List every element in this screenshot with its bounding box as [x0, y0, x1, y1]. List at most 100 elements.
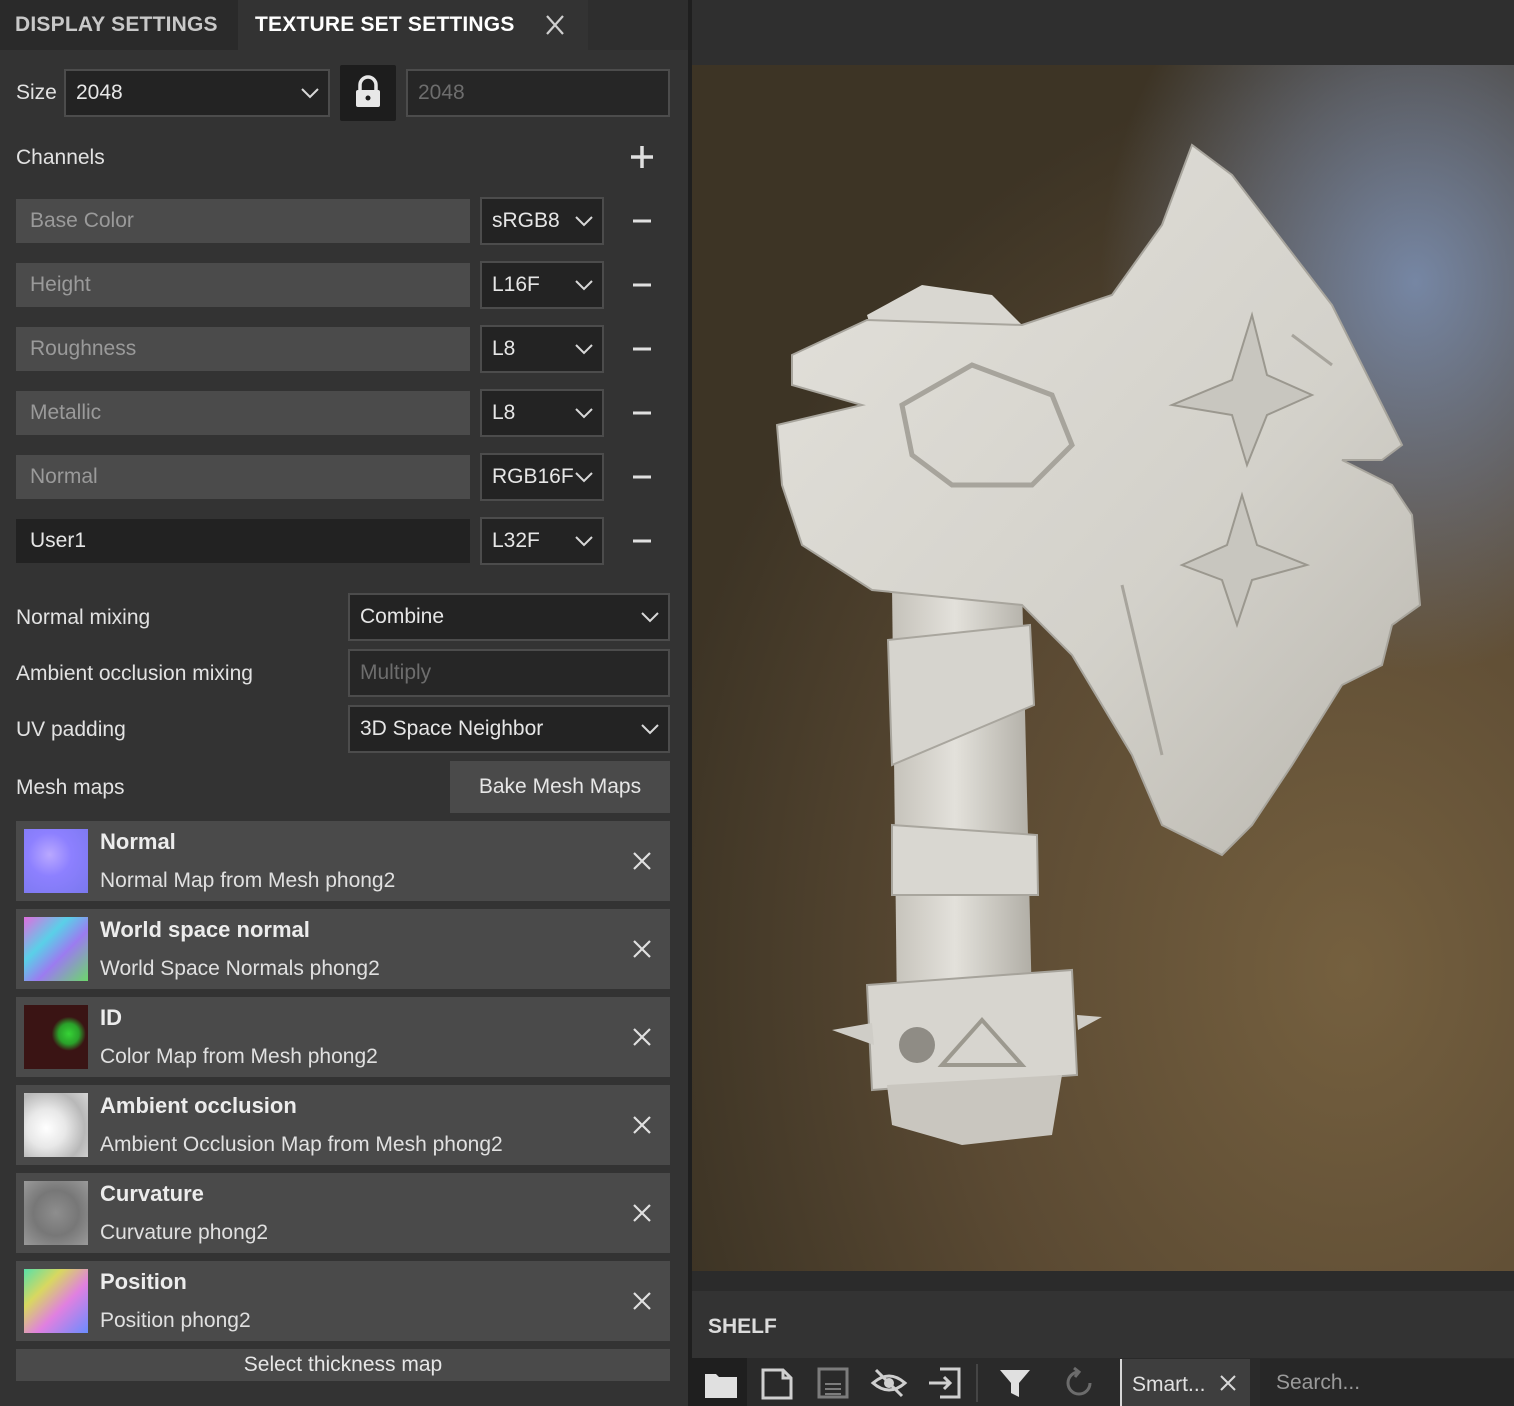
channels-label: Channels	[16, 146, 105, 169]
channel-name-metallic[interactable]: Metallic	[16, 391, 470, 435]
close-icon[interactable]	[630, 1289, 654, 1313]
shelf-search-input[interactable]: Search...	[1260, 1359, 1514, 1406]
ao-mixing-label: Ambient occlusion mixing	[16, 662, 253, 685]
3d-viewport[interactable]	[692, 65, 1514, 1271]
save-icon[interactable]	[814, 1364, 852, 1402]
ao-mixing-value: Multiply	[360, 661, 432, 684]
position-map-thumbnail	[24, 1269, 88, 1333]
channel-format-dropdown[interactable]: L32F	[480, 517, 604, 565]
close-icon[interactable]	[630, 849, 654, 873]
shelf-tab-label: Smart...	[1132, 1373, 1206, 1396]
bake-mesh-maps-button[interactable]: Bake Mesh Maps	[450, 761, 670, 813]
mesh-map-source[interactable]: Position phong2	[100, 1309, 251, 1333]
channel-format-dropdown[interactable]: L8	[480, 325, 604, 373]
id-map-thumbnail	[24, 1005, 88, 1069]
mesh-map-source[interactable]: Curvature phong2	[100, 1221, 268, 1245]
mesh-map-item-normal[interactable]: Normal Normal Map from Mesh phong2	[16, 821, 670, 901]
channel-format-dropdown[interactable]: L16F	[480, 261, 604, 309]
axe-model	[775, 143, 1422, 1145]
panel-tabbar: DISPLAY SETTINGS TEXTURE SET SETTINGS	[0, 0, 688, 50]
minus-icon[interactable]	[630, 209, 654, 233]
lock-button[interactable]	[340, 65, 396, 121]
mesh-map-title: World space normal	[100, 917, 310, 942]
viewport-header	[692, 0, 1514, 65]
channel-format-dropdown[interactable]: RGB16F	[480, 453, 604, 501]
chevron-down-icon	[641, 612, 659, 623]
filter-icon[interactable]	[996, 1364, 1034, 1402]
mesh-map-title: Normal	[100, 829, 176, 854]
channel-name-roughness[interactable]: Roughness	[16, 327, 470, 371]
shelf-tab-smart[interactable]: Smart...	[1120, 1359, 1250, 1406]
mesh-map-title: Curvature	[100, 1181, 204, 1206]
mesh-map-source[interactable]: World Space Normals phong2	[100, 957, 380, 981]
folder-icon[interactable]	[702, 1364, 740, 1402]
channel-format-value: RGB16F	[492, 465, 574, 488]
close-icon[interactable]	[630, 1025, 654, 1049]
size-label: Size	[16, 81, 57, 104]
close-icon[interactable]	[540, 12, 570, 38]
minus-icon[interactable]	[630, 529, 654, 553]
select-thickness-map-button[interactable]: Select thickness map	[16, 1349, 670, 1381]
ambient-occlusion-thumbnail	[24, 1093, 88, 1157]
texture-set-settings-panel: DISPLAY SETTINGS TEXTURE SET SETTINGS Si…	[0, 0, 688, 1406]
chevron-down-icon	[301, 88, 319, 99]
close-icon[interactable]	[1218, 1373, 1238, 1393]
hide-icon[interactable]	[870, 1364, 908, 1402]
channel-format-dropdown[interactable]: sRGB8	[480, 197, 604, 245]
close-icon[interactable]	[630, 1201, 654, 1225]
chevron-down-icon	[575, 536, 593, 547]
mesh-map-title: ID	[100, 1005, 122, 1030]
ao-mixing-field: Multiply	[348, 649, 670, 697]
close-icon[interactable]	[630, 1113, 654, 1137]
size-value: 2048	[76, 81, 123, 104]
chevron-down-icon	[641, 724, 659, 735]
channel-format-value: L16F	[492, 273, 540, 296]
channel-name-base-color[interactable]: Base Color	[16, 199, 470, 243]
mesh-map-source[interactable]: Color Map from Mesh phong2	[100, 1045, 378, 1069]
normal-mixing-value: Combine	[360, 605, 445, 628]
mesh-map-item-ambient-occlusion[interactable]: Ambient occlusion Ambient Occlusion Map …	[16, 1085, 670, 1165]
channel-format-value: L32F	[492, 529, 540, 552]
normal-mixing-label: Normal mixing	[16, 606, 151, 629]
tab-texture-set-settings[interactable]: TEXTURE SET SETTINGS	[238, 0, 588, 50]
chevron-down-icon	[575, 280, 593, 291]
uv-padding-dropdown[interactable]: 3D Space Neighbor	[348, 705, 670, 753]
size-linked-value: 2048	[418, 81, 465, 104]
normal-mixing-dropdown[interactable]: Combine	[348, 593, 670, 641]
mesh-map-source[interactable]: Ambient Occlusion Map from Mesh phong2	[100, 1133, 503, 1157]
lock-icon	[356, 75, 380, 107]
minus-icon[interactable]	[630, 401, 654, 425]
mesh-map-item-position[interactable]: Position Position phong2	[16, 1261, 670, 1341]
new-file-icon[interactable]	[758, 1364, 796, 1402]
tab-display-settings[interactable]: DISPLAY SETTINGS	[0, 0, 238, 50]
world-space-normal-thumbnail	[24, 917, 88, 981]
chevron-down-icon	[575, 216, 593, 227]
chevron-down-icon	[575, 408, 593, 419]
shelf-title: SHELF	[708, 1315, 777, 1338]
minus-icon[interactable]	[630, 273, 654, 297]
size-dropdown[interactable]: 2048	[64, 69, 330, 117]
channel-format-value: L8	[492, 401, 516, 424]
mesh-map-title: Position	[100, 1269, 187, 1294]
size-linked-field: 2048	[406, 69, 670, 117]
minus-icon[interactable]	[630, 465, 654, 489]
channel-name-height[interactable]: Height	[16, 263, 470, 307]
import-icon[interactable]	[926, 1364, 964, 1402]
mesh-map-item-id[interactable]: ID Color Map from Mesh phong2	[16, 997, 670, 1077]
channel-name-user1[interactable]: User1	[16, 519, 470, 563]
close-icon[interactable]	[630, 937, 654, 961]
viewport-footer	[692, 1271, 1514, 1291]
mesh-map-item-curvature[interactable]: Curvature Curvature phong2	[16, 1173, 670, 1253]
shelf-panel: SHELF Smart... Search...	[692, 1291, 1514, 1406]
mesh-map-item-world-space-normal[interactable]: World space normal World Space Normals p…	[16, 909, 670, 989]
uv-padding-value: 3D Space Neighbor	[360, 717, 544, 740]
mesh-map-source[interactable]: Normal Map from Mesh phong2	[100, 869, 395, 893]
refresh-icon[interactable]	[1060, 1364, 1098, 1402]
channel-name-normal[interactable]: Normal	[16, 455, 470, 499]
chevron-down-icon	[575, 472, 593, 483]
channel-format-dropdown[interactable]: L8	[480, 389, 604, 437]
minus-icon[interactable]	[630, 337, 654, 361]
plus-icon[interactable]	[628, 143, 656, 171]
channel-format-value: L8	[492, 337, 516, 360]
normal-map-thumbnail	[24, 829, 88, 893]
